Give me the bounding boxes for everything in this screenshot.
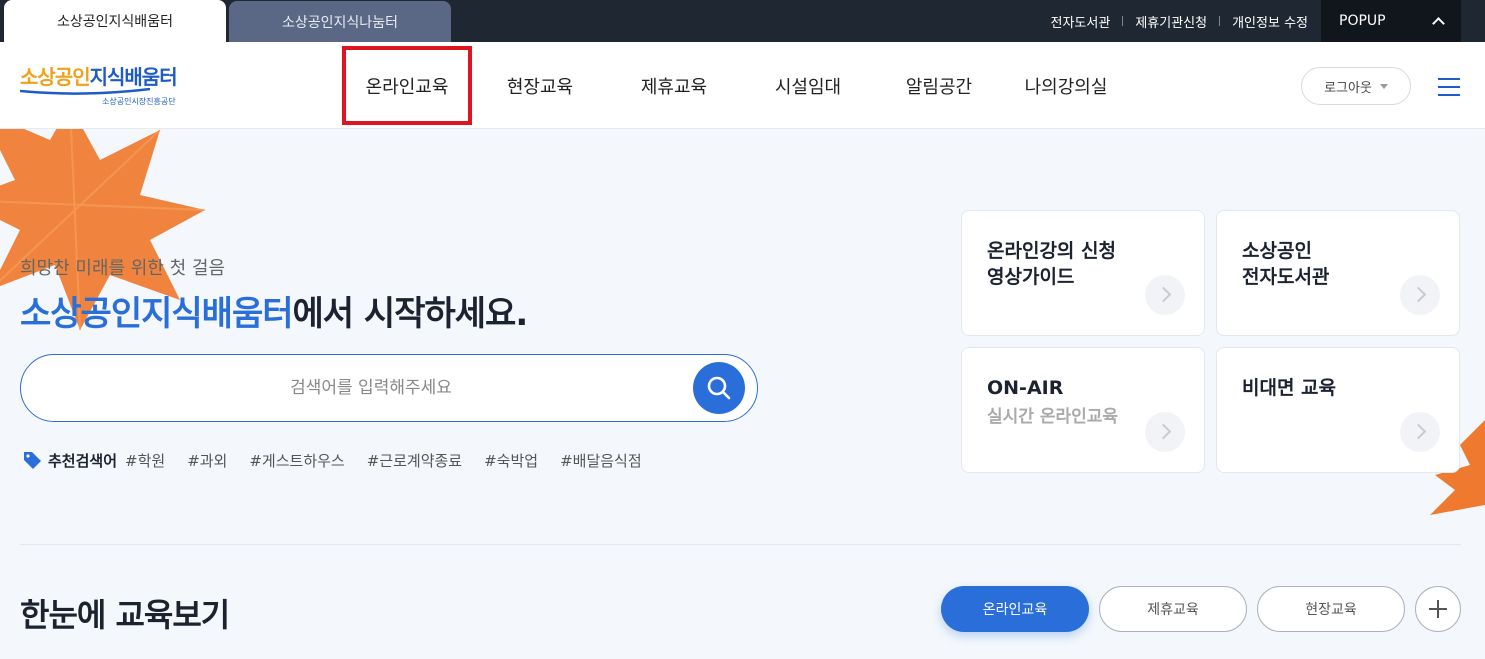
filter-online-education[interactable]: 온라인교육 xyxy=(941,586,1089,632)
link-e-library[interactable]: 전자도서관 xyxy=(1039,12,1123,31)
site-tab-sharing[interactable]: 소상공인지식나눔터 xyxy=(229,1,451,42)
card-title: 비대면 교육 xyxy=(1242,377,1337,399)
header: 소상공인지식배움터 소상공인시장진흥공단 온라인교육 현장교육 제휴교육 시설임… xyxy=(0,42,1485,129)
card-subtitle: 실시간 온라인교육 xyxy=(987,407,1119,427)
keyword-tag[interactable]: #게스트하우스 xyxy=(249,450,344,471)
keyword-tag[interactable]: #과외 xyxy=(187,450,227,471)
search-bar xyxy=(20,354,758,422)
search-icon xyxy=(707,376,731,400)
section-title: 한눈에 교육보기 xyxy=(20,596,230,634)
card-title: 소상공인 전자도서관 xyxy=(1242,240,1330,288)
link-edit-profile[interactable]: 개인정보 수정 xyxy=(1220,12,1320,31)
hamburger-menu-icon[interactable] xyxy=(1438,78,1460,96)
popup-label: POPUP xyxy=(1339,13,1386,29)
chevron-right-icon xyxy=(1145,412,1185,452)
site-tab-learning[interactable]: 소상공인지식배움터 xyxy=(4,0,226,42)
nav-my-classroom[interactable]: 나의강의실 xyxy=(1006,42,1126,129)
nav-partner-education[interactable]: 제휴교육 xyxy=(604,42,744,129)
card-on-air[interactable]: ON-AIR 실시간 온라인교육 xyxy=(961,347,1205,473)
logo-text: 소상공인지식배움터 xyxy=(20,65,178,89)
tag-icon xyxy=(24,452,41,469)
keyword-tag[interactable]: #근로계약종료 xyxy=(367,450,462,471)
site-logo[interactable]: 소상공인지식배움터 소상공인시장진흥공단 xyxy=(20,66,190,108)
chevron-right-icon xyxy=(1145,275,1185,315)
card-title: 온라인강의 신청 영상가이드 xyxy=(987,240,1116,288)
keyword-tag[interactable]: #숙박업 xyxy=(484,450,538,471)
nav-notice-space[interactable]: 알림공간 xyxy=(872,42,1006,129)
link-partner-apply[interactable]: 제휴기관신청 xyxy=(1123,12,1219,31)
chevron-right-icon xyxy=(1400,412,1440,452)
logout-button[interactable]: 로그아웃 xyxy=(1301,67,1411,105)
main-navigation: 온라인교육 현장교육 제휴교육 시설임대 알림공간 나의강의실 xyxy=(338,42,1126,129)
plus-icon[interactable] xyxy=(1415,586,1461,632)
filter-partner-education[interactable]: 제휴교육 xyxy=(1099,586,1247,632)
hero-subtitle: 희망찬 미래를 위한 첫 걸음 xyxy=(20,258,226,279)
hero-title: 소상공인지식배움터에서 시작하세요. xyxy=(20,294,528,334)
search-button[interactable] xyxy=(693,362,745,414)
nav-online-education[interactable]: 온라인교육 xyxy=(338,42,476,129)
popup-toggle-button[interactable]: POPUP xyxy=(1321,0,1461,42)
top-bar: 소상공인지식배움터 소상공인지식나눔터 전자도서관 제휴기관신청 개인정보 수정… xyxy=(0,0,1485,42)
keyword-tag[interactable]: #배달음식점 xyxy=(560,450,642,471)
card-e-library[interactable]: 소상공인 전자도서관 xyxy=(1216,210,1460,336)
logo-subtitle: 소상공인시장진흥공단 xyxy=(102,97,176,106)
nav-field-education[interactable]: 현장교육 xyxy=(476,42,604,129)
recommended-keywords: 추천검색어 #학원 #과외 #게스트하우스 #근로계약종료 #숙박업 #배달음식… xyxy=(22,448,664,472)
caret-down-icon xyxy=(1379,83,1388,89)
chevron-up-icon xyxy=(1432,17,1445,30)
card-title: ON-AIR xyxy=(987,377,1064,399)
logout-label: 로그아웃 xyxy=(1324,80,1372,96)
logo-swoosh-icon xyxy=(20,88,150,95)
card-online-guide[interactable]: 온라인강의 신청 영상가이드 xyxy=(961,210,1205,336)
recommended-label: 추천검색어 xyxy=(48,451,118,470)
utility-links: 전자도서관 제휴기관신청 개인정보 수정 xyxy=(1039,0,1320,42)
filter-field-education[interactable]: 현장교육 xyxy=(1257,586,1405,632)
keyword-tag[interactable]: #학원 xyxy=(125,450,165,471)
section-divider xyxy=(20,544,1461,545)
card-remote-education[interactable]: 비대면 교육 xyxy=(1216,347,1460,473)
search-input[interactable] xyxy=(51,355,691,421)
nav-facility-rental[interactable]: 시설임대 xyxy=(744,42,872,129)
chevron-right-icon xyxy=(1400,275,1440,315)
